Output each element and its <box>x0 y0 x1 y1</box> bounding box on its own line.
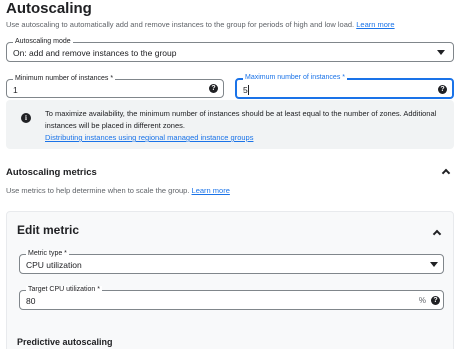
autoscaling-mode-value: On: add and remove instances to the grou… <box>13 48 177 58</box>
target-cpu-value: 80 <box>26 296 36 306</box>
max-instances-label: Maximum number of instances * <box>243 74 347 81</box>
min-instances-input[interactable]: Minimum number of instances * 1 ? <box>6 75 224 98</box>
metric-type-select[interactable]: Metric type * CPU utilization <box>19 250 444 274</box>
autoscaling-description-text: Use autoscaling to automatically add and… <box>6 20 355 29</box>
target-cpu-label: Target CPU utilization * <box>26 286 102 293</box>
max-instances-input[interactable]: Maximum number of instances * 5 ? <box>235 74 454 99</box>
collapse-metrics-icon[interactable] <box>441 168 451 178</box>
info-icon: i <box>21 113 31 123</box>
zones-info-text: To maximize availability, the minimum nu… <box>45 108 450 144</box>
help-icon[interactable]: ? <box>209 84 218 93</box>
help-icon[interactable]: ? <box>438 85 447 94</box>
edit-metric-card: Edit metric Metric type * CPU utilizatio… <box>6 211 454 349</box>
predictive-autoscaling-title: Predictive autoscaling <box>17 337 113 347</box>
learn-more-link[interactable]: Learn more <box>356 20 394 29</box>
metrics-description: Use metrics to help determine when to sc… <box>6 186 230 195</box>
zones-info-box: i To maximize availability, the minimum … <box>6 100 454 149</box>
metrics-description-text: Use metrics to help determine when to sc… <box>6 186 190 195</box>
page-title: Autoscaling <box>6 0 92 17</box>
edit-metric-title: Edit metric <box>17 223 80 237</box>
zones-info-message: To maximize availability, the minimum nu… <box>45 109 437 130</box>
help-icon[interactable]: ? <box>431 296 440 305</box>
autoscaling-mode-select[interactable]: Autoscaling mode On: add and remove inst… <box>6 38 454 62</box>
dropdown-arrow-icon <box>437 50 445 55</box>
metric-type-value: CPU utilization <box>26 260 82 270</box>
regional-mig-link[interactable]: Distributing instances using regional ma… <box>45 133 253 142</box>
autoscaling-description: Use autoscaling to automatically add and… <box>6 20 395 29</box>
metric-type-label: Metric type * <box>26 250 69 257</box>
text-cursor <box>248 85 249 95</box>
dropdown-arrow-icon <box>430 262 438 267</box>
autoscaling-metrics-title: Autoscaling metrics <box>6 167 97 178</box>
collapse-edit-metric-icon[interactable] <box>432 229 442 239</box>
min-instances-value: 1 <box>13 85 18 95</box>
min-instances-label: Minimum number of instances * <box>13 75 116 82</box>
metrics-learn-more-link[interactable]: Learn more <box>192 186 230 195</box>
percent-suffix: % <box>418 296 426 305</box>
target-cpu-input[interactable]: Target CPU utilization * 80 % ? <box>19 286 444 310</box>
autoscaling-mode-label: Autoscaling mode <box>13 38 73 45</box>
